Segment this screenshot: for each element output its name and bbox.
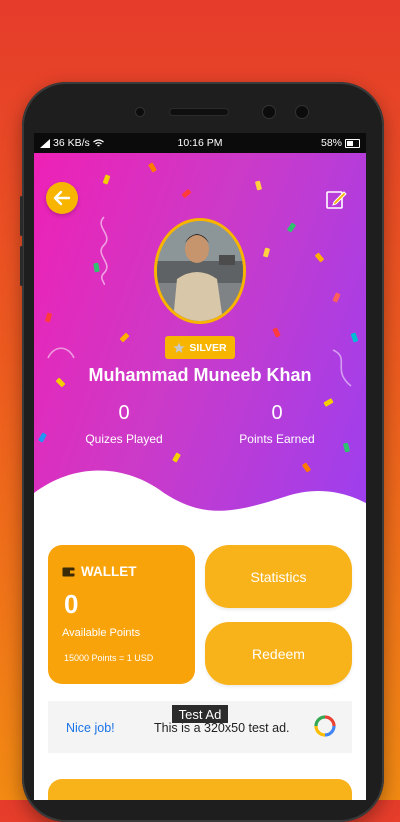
confetti [102, 174, 111, 185]
confetti [286, 222, 297, 233]
confetti [323, 398, 334, 407]
confetti [119, 332, 130, 343]
status-bar: 36 KB/s 10:16 PM 58% [34, 133, 366, 153]
user-name: Muhammad Muneeb Khan [88, 365, 312, 385]
confetti [181, 188, 192, 199]
confetti [272, 327, 281, 338]
ad-label: Test Ad [172, 705, 228, 723]
wallet-points: 0 [64, 589, 79, 619]
confetti [44, 312, 53, 323]
confetti [38, 432, 47, 443]
redeem-button[interactable]: Redeem [205, 622, 352, 685]
bottom-card[interactable] [48, 779, 352, 800]
wallet-title-text: WALLET [81, 564, 137, 579]
back-arrow-icon [53, 190, 71, 206]
phone-side-button [20, 246, 23, 286]
wallet-title: WALLET [62, 564, 137, 579]
status-time: 10:16 PM [177, 137, 223, 149]
ribbon-decoration [100, 216, 108, 285]
phone-camera [296, 106, 308, 118]
phone-side-button [20, 196, 23, 236]
ad-nice-job: Nice job! [66, 721, 115, 735]
wallet-available-label: Available Points [62, 627, 141, 639]
confetti [148, 162, 157, 173]
confetti [262, 247, 271, 258]
star-icon [173, 342, 186, 353]
points-earned-value: 0 [271, 402, 283, 424]
phone-sensor [136, 108, 144, 116]
confetti [332, 292, 341, 303]
status-right: 58% [321, 137, 360, 149]
header-wave [34, 470, 366, 553]
ad-text: This is a 320x50 test ad. [154, 721, 290, 735]
rank-badge-label: SILVER [189, 341, 227, 354]
avatar-photo [157, 221, 243, 321]
battery-percent: 58% [320, 137, 342, 149]
edit-pencil-icon[interactable] [326, 188, 348, 210]
quizzes-played-label: Quizes Played [85, 432, 163, 446]
confetti [342, 442, 351, 453]
confetti [254, 180, 263, 191]
avatar [154, 218, 246, 324]
rank-badge: SILVER [165, 336, 235, 359]
wallet-rate: 15000 Points = 1 USD [64, 653, 154, 663]
points-earned-label: Points Earned [239, 432, 315, 446]
confetti [350, 332, 359, 343]
quizzes-played-value: 0 [118, 402, 130, 424]
ad-logo-icon [314, 715, 336, 737]
phone-camera [263, 106, 275, 118]
battery-icon [345, 138, 360, 148]
confetti [314, 252, 325, 263]
wallet-icon [62, 567, 75, 577]
phone-speaker [170, 109, 228, 115]
statistics-button[interactable]: Statistics [205, 545, 352, 608]
app-screen: 36 KB/s 10:16 PM 58% SILVER Muhammad Mun… [34, 133, 366, 800]
wallet-card[interactable]: WALLET 0 Available Points 15000 Points =… [48, 545, 195, 684]
profile-header: SILVER Muhammad Muneeb Khan 0 Quizes Pla… [34, 153, 366, 553]
back-button[interactable] [46, 182, 78, 214]
